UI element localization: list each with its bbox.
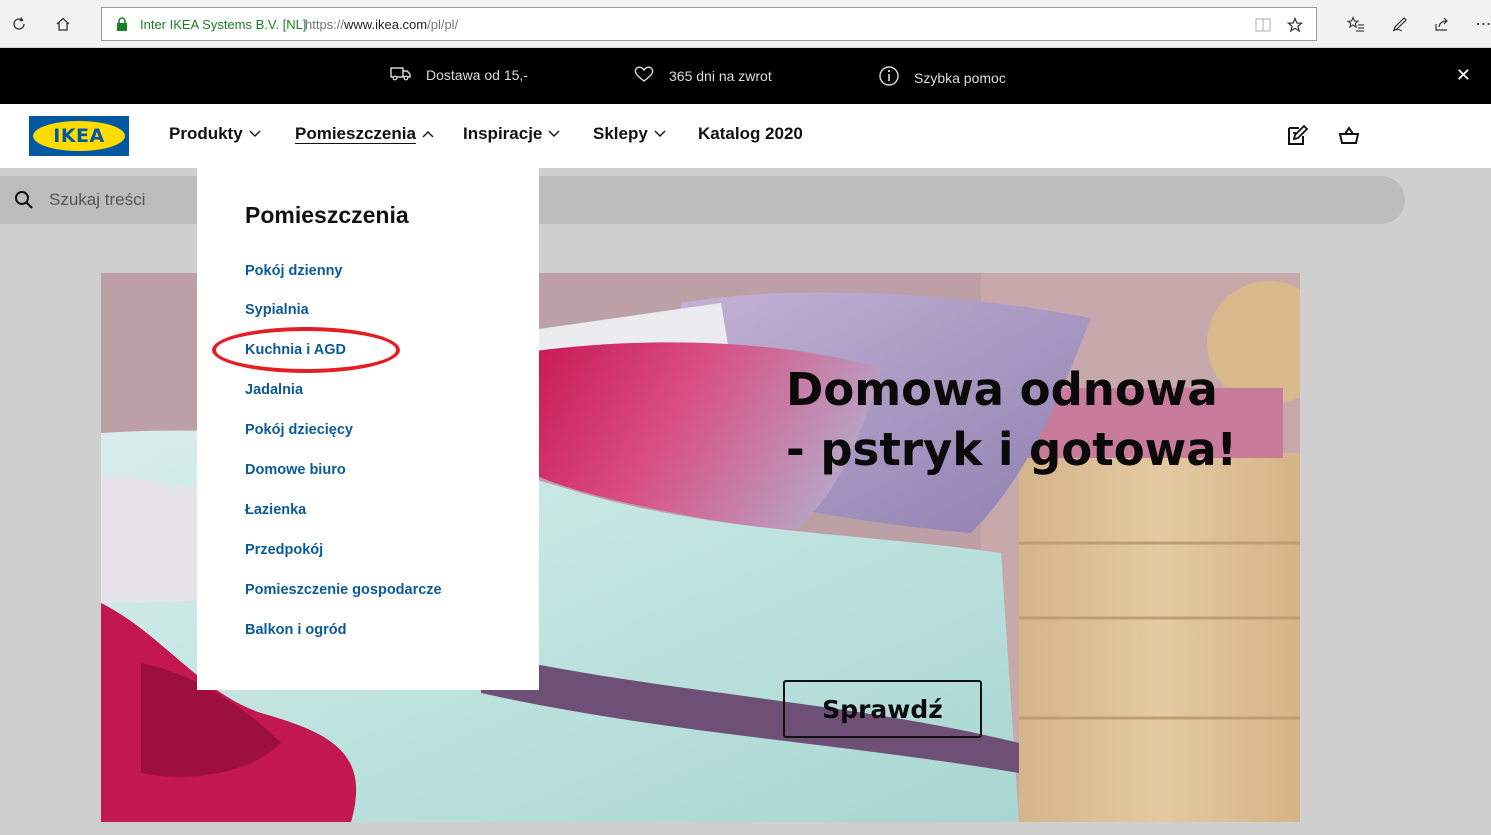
pen-notes-icon[interactable] [1386,10,1414,38]
promo-delivery[interactable]: Dostawa od 15,- [390,65,528,84]
promo-help[interactable]: Szybka pomoc [878,65,1006,90]
nav-inspiracje[interactable]: Inspiracje [463,124,560,144]
home-icon[interactable] [49,10,77,38]
menu-item-sypialnia[interactable]: Sypialnia [245,302,309,318]
ikea-logo[interactable]: IKEA [29,116,129,156]
chevron-up-icon [422,131,434,138]
menu-item-lazienka[interactable]: Łazienka [245,502,306,518]
nav-pomieszczenia[interactable]: Pomieszczenia [295,124,434,144]
more-icon[interactable]: ⋯ [1470,10,1491,38]
hero-title: Domowa odnowa - pstryk i gotowa! [786,363,1238,476]
promo-returns-label: 365 dni na zwrot [669,67,772,84]
lock-icon [116,17,128,36]
menu-item-jadalnia[interactable]: Jadalnia [245,382,303,398]
chevron-down-icon [654,130,666,137]
address-bar[interactable]: Inter IKEA Systems B.V. [NL] https://www… [101,7,1317,41]
url-text[interactable]: https://www.ikea.com/pl/pl/ [305,17,458,32]
menu-item-balkon-ogrod[interactable]: Balkon i ogród [245,622,347,638]
promo-delivery-label: Dostawa od 15,- [426,66,528,83]
close-icon[interactable]: ✕ [1456,65,1471,86]
site-header: IKEA Produkty Pomieszczenia Inspiracje S… [0,104,1491,168]
promo-returns[interactable]: 365 dni na zwrot [633,65,772,86]
dropdown-title: Pomieszczenia [245,202,409,228]
search-placeholder: Szukaj treści [49,190,146,209]
nav-produkty[interactable]: Produkty [169,124,261,144]
cart-icon[interactable] [1337,124,1361,148]
refresh-icon[interactable] [5,10,33,38]
promo-help-label: Szybka pomoc [914,69,1006,86]
menu-item-pokoj-dzieciecy[interactable]: Pokój dziecięcy [245,422,353,438]
search-icon [14,190,34,215]
check-button[interactable]: Sprawdź [783,680,982,738]
nav-katalog[interactable]: Katalog 2020 [698,124,803,144]
menu-item-pomieszczenie-gospodarcze[interactable]: Pomieszczenie gospodarcze [245,582,442,598]
favorite-star-icon[interactable] [1284,14,1306,36]
favorites-list-icon[interactable] [1342,10,1370,38]
promo-bar: Dostawa od 15,- 365 dni na zwrot Szybka … [0,48,1491,104]
chevron-down-icon [249,130,261,137]
browser-toolbar: Inter IKEA Systems B.V. [NL] https://www… [0,0,1491,48]
share-icon[interactable] [1428,10,1456,38]
truck-icon [390,65,412,84]
reading-view-icon[interactable] [1252,14,1274,36]
menu-item-domowe-biuro[interactable]: Domowe biuro [245,462,346,478]
nav-sklepy[interactable]: Sklepy [593,124,666,144]
certificate-label[interactable]: Inter IKEA Systems B.V. [NL] [140,17,306,32]
heart-icon [633,65,655,86]
info-icon [878,65,900,90]
highlight-ellipse [212,327,400,373]
menu-item-przedpokoj[interactable]: Przedpokój [245,542,323,558]
rooms-dropdown-menu: Pomieszczenia Pokój dzienny Sypialnia Ku… [197,168,539,690]
chevron-down-icon [548,130,560,137]
menu-item-pokoj-dzienny[interactable]: Pokój dzienny [245,263,343,279]
shopping-list-icon[interactable] [1285,124,1309,148]
